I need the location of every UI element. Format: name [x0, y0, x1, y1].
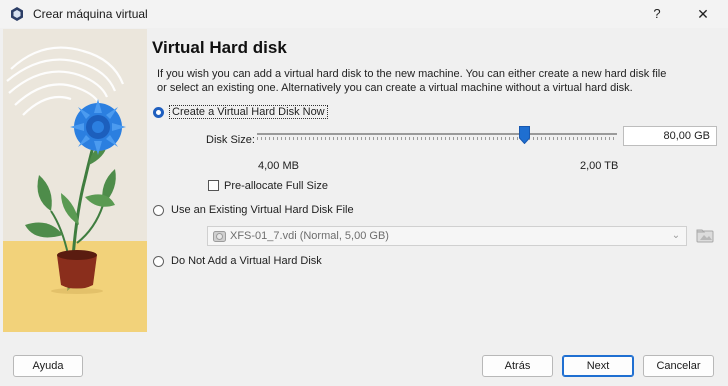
wizard-illustration [3, 29, 147, 332]
use-existing-radio[interactable] [153, 205, 164, 216]
preallocate-checkbox[interactable] [208, 180, 219, 191]
next-button[interactable]: Next [562, 355, 634, 377]
close-button[interactable]: ✕ [680, 0, 726, 28]
create-disk-label[interactable]: Create a Virtual Hard Disk Now [169, 105, 328, 119]
disk-size-input[interactable]: 80,00 GB [623, 126, 717, 146]
title-bar: Crear máquina virtual ? ✕ [0, 0, 728, 28]
page-title: Virtual Hard disk [152, 38, 287, 57]
slider-max-label: 2,00 TB [580, 160, 619, 172]
preallocate-label[interactable]: Pre-allocate Full Size [224, 180, 328, 192]
folder-open-icon[interactable] [695, 226, 715, 246]
create-disk-radio[interactable] [153, 107, 164, 118]
slider-ticks [257, 137, 617, 140]
existing-disk-select[interactable]: XFS-01_7.vdi (Normal, 5,00 GB) ⌄ [207, 226, 687, 246]
no-disk-label[interactable]: Do Not Add a Virtual Hard Disk [171, 255, 322, 267]
existing-disk-value: XFS-01_7.vdi (Normal, 5,00 GB) [230, 230, 389, 242]
virtualbox-icon [11, 7, 23, 21]
cancel-button[interactable]: Cancelar [643, 355, 714, 377]
disk-size-slider[interactable] [257, 132, 617, 140]
chevron-down-icon[interactable]: ⌄ [669, 228, 683, 244]
slider-groove [257, 133, 617, 135]
window-title: Crear máquina virtual [33, 7, 148, 21]
page-description: If you wish you can add a virtual hard d… [157, 68, 667, 94]
no-disk-radio[interactable] [153, 256, 164, 267]
slider-handle[interactable] [519, 126, 530, 144]
use-existing-label[interactable]: Use an Existing Virtual Hard Disk File [171, 204, 354, 216]
back-button[interactable]: Atrás [482, 355, 553, 377]
disk-size-label: Disk Size: [206, 134, 255, 146]
help-button[interactable]: ? [634, 0, 680, 28]
help-dialog-button[interactable]: Ayuda [13, 355, 83, 377]
slider-min-label: 4,00 MB [258, 160, 299, 172]
hard-disk-icon [213, 231, 226, 242]
button-bar: Ayuda Atrás Next Cancelar [0, 345, 728, 386]
